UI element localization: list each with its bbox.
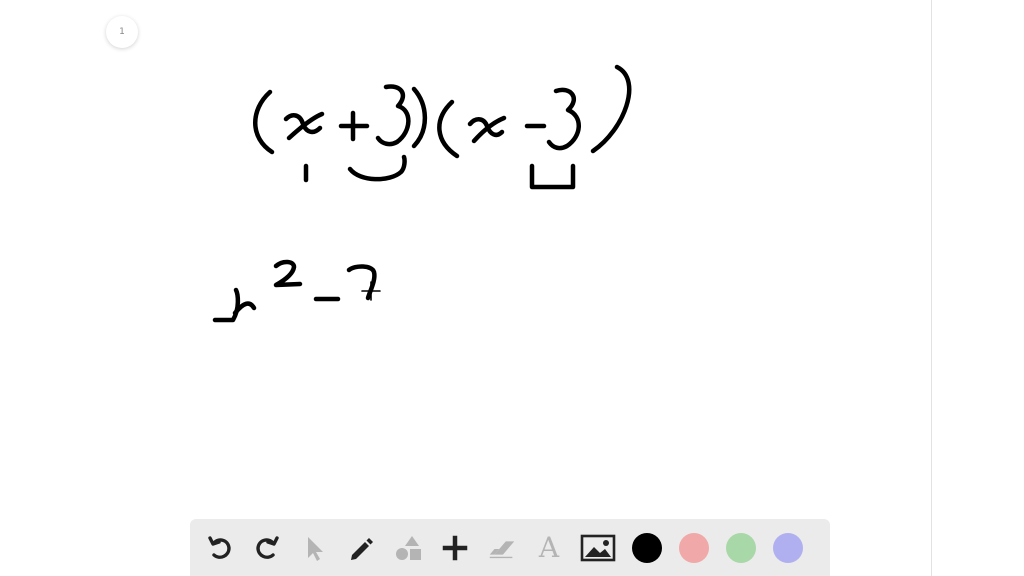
ink-x-3a [212, 287, 241, 323]
color-swatch-green [726, 532, 756, 563]
whiteboard-app: 1 A [0, 0, 1024, 576]
undo-button[interactable] [204, 532, 236, 564]
ink-close-paren-1 [411, 86, 428, 149]
pencil-icon [351, 537, 373, 560]
color-swatch-red [679, 532, 709, 563]
crosshair-cursor [361, 281, 381, 301]
select-arrow-icon [308, 536, 323, 561]
drawing-toolbar: A [190, 519, 830, 576]
undo-icon [208, 535, 231, 559]
ink-open-paren-1 [253, 89, 275, 155]
shapes-icon [396, 535, 421, 560]
shapes-tool-button[interactable] [392, 532, 424, 564]
redo-button[interactable] [251, 532, 283, 564]
ink-superscript-two [273, 259, 303, 288]
text-tool-icon: A [538, 530, 560, 564]
ink-x-1b [286, 111, 325, 141]
color-blue[interactable] [772, 532, 804, 564]
color-green[interactable] [725, 532, 757, 564]
image-icon [580, 534, 616, 561]
ink-close-paren-2 [590, 64, 632, 154]
color-swatch-blue [773, 532, 803, 563]
ink-three-1 [375, 84, 411, 147]
redo-icon [256, 535, 279, 559]
ink-open-paren-2 [437, 99, 460, 159]
plus-icon [442, 535, 468, 560]
drawing-canvas[interactable]: 1 [0, 0, 931, 576]
ink-bracket-under-3 [529, 163, 576, 190]
pencil-tool-button[interactable] [345, 532, 377, 564]
eraser-icon [489, 540, 515, 558]
handwriting-layer [212, 64, 632, 323]
color-red[interactable] [678, 532, 710, 564]
image-tool-button[interactable] [580, 532, 616, 564]
eraser-tool-button[interactable] [486, 532, 518, 564]
add-button[interactable] [439, 532, 471, 564]
ink-three-2 [546, 87, 581, 151]
right-panel-divider [931, 0, 932, 576]
ink-brace-under-3 [347, 154, 407, 182]
color-black[interactable] [631, 532, 663, 564]
select-tool-button[interactable] [298, 532, 330, 564]
text-tool-button[interactable]: A [533, 532, 565, 564]
color-swatch-black [632, 532, 662, 563]
